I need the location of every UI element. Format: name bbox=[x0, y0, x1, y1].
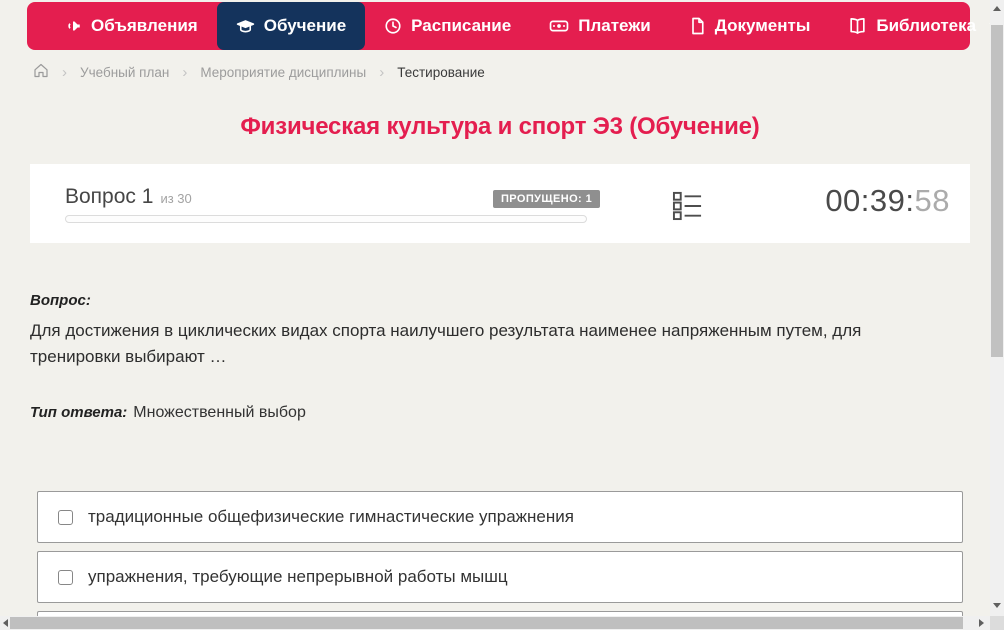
megaphone-icon bbox=[64, 17, 82, 35]
timer-hours-minutes: 00:39: bbox=[825, 183, 915, 218]
question-of-total: из 30 bbox=[160, 191, 192, 206]
answer-checkbox[interactable] bbox=[58, 569, 73, 585]
answer-option-label: упражнения, требующие непрерывной работы… bbox=[88, 567, 508, 586]
nav-item-label: Платежи bbox=[578, 16, 651, 35]
question-number: Вопрос 1 bbox=[65, 185, 154, 208]
question-label: Вопрос: bbox=[30, 292, 91, 309]
nav-item-payments[interactable]: Платежи bbox=[530, 2, 670, 50]
scrollbar-corner bbox=[990, 616, 1004, 630]
horizontal-scrollbar[interactable] bbox=[0, 616, 990, 630]
breadcrumb-separator-icon: › bbox=[62, 63, 67, 81]
breadcrumb-item-curriculum[interactable]: Учебный план bbox=[80, 65, 169, 80]
nav-item-schedule[interactable]: Расписание bbox=[365, 2, 530, 50]
library-book-icon bbox=[848, 17, 867, 35]
graduation-cap-icon bbox=[236, 17, 255, 36]
question-block: Вопрос: Для достижения в циклических вид… bbox=[30, 292, 900, 422]
nav-item-label: Объявления bbox=[91, 16, 198, 35]
nav-item-label: Расписание bbox=[411, 16, 512, 35]
countdown-timer: 00:39:58 bbox=[825, 183, 950, 219]
question-text: Для достижения в циклических видах спорт… bbox=[30, 321, 862, 366]
nav-item-label: Документы bbox=[714, 16, 811, 35]
page-title: Физическая культура и спорт Э3 (Обучение… bbox=[240, 113, 760, 140]
home-icon[interactable] bbox=[33, 63, 49, 81]
skipped-badge: ПРОПУЩЕНО: 1 bbox=[493, 190, 601, 208]
nav-item-library[interactable]: Библиотека bbox=[829, 2, 1004, 50]
question-progress-bar bbox=[65, 215, 587, 223]
answer-option-label: традиционные общефизические гимнастическ… bbox=[88, 507, 574, 526]
breadcrumb-separator-icon: › bbox=[182, 63, 188, 81]
answer-option[interactable]: традиционные общефизические гимнастическ… bbox=[37, 491, 963, 543]
payment-icon bbox=[549, 17, 569, 35]
breadcrumb: › Учебный план › Мероприятие дисциплины … bbox=[33, 63, 485, 81]
breadcrumb-item-discipline-event[interactable]: Мероприятие дисциплины bbox=[200, 65, 366, 80]
nav-item-education[interactable]: Обучение bbox=[216, 2, 366, 50]
scroll-up-arrow-icon[interactable] bbox=[993, 6, 1001, 11]
answer-type-value: Множественный выбор bbox=[133, 404, 306, 421]
document-icon bbox=[689, 17, 706, 35]
nav-item-label: Обучение bbox=[263, 16, 347, 35]
nav-item-announcements[interactable]: Объявления bbox=[45, 2, 217, 50]
breadcrumb-separator-icon: › bbox=[379, 63, 385, 81]
clock-icon bbox=[384, 17, 402, 35]
main-navbar: Объявления Обучение Расписание Платежи Д… bbox=[27, 2, 1001, 50]
timer-seconds: 58 bbox=[914, 183, 950, 218]
scroll-left-arrow-icon[interactable] bbox=[3, 619, 8, 627]
vertical-scrollbar[interactable] bbox=[990, 0, 1004, 616]
quiz-header-card: Вопрос 1 из 30 ПРОПУЩЕНО: 1 00:39:58 bbox=[30, 164, 970, 243]
scroll-right-arrow-icon[interactable] bbox=[979, 619, 984, 627]
breadcrumb-item-testing: Тестирование bbox=[397, 64, 485, 80]
answer-checkbox[interactable] bbox=[58, 509, 73, 525]
answer-type-label: Тип ответа: bbox=[30, 404, 128, 421]
answer-options: традиционные общефизические гимнастическ… bbox=[37, 491, 963, 630]
scroll-down-arrow-icon[interactable] bbox=[993, 603, 1001, 608]
question-list-icon[interactable] bbox=[672, 190, 703, 226]
horizontal-scrollbar-thumb[interactable] bbox=[10, 617, 963, 629]
vertical-scrollbar-thumb[interactable] bbox=[991, 25, 1003, 357]
nav-item-label: Библиотека bbox=[876, 16, 977, 35]
answer-option[interactable]: упражнения, требующие непрерывной работы… bbox=[37, 551, 963, 603]
nav-item-documents[interactable]: Документы bbox=[670, 2, 830, 50]
